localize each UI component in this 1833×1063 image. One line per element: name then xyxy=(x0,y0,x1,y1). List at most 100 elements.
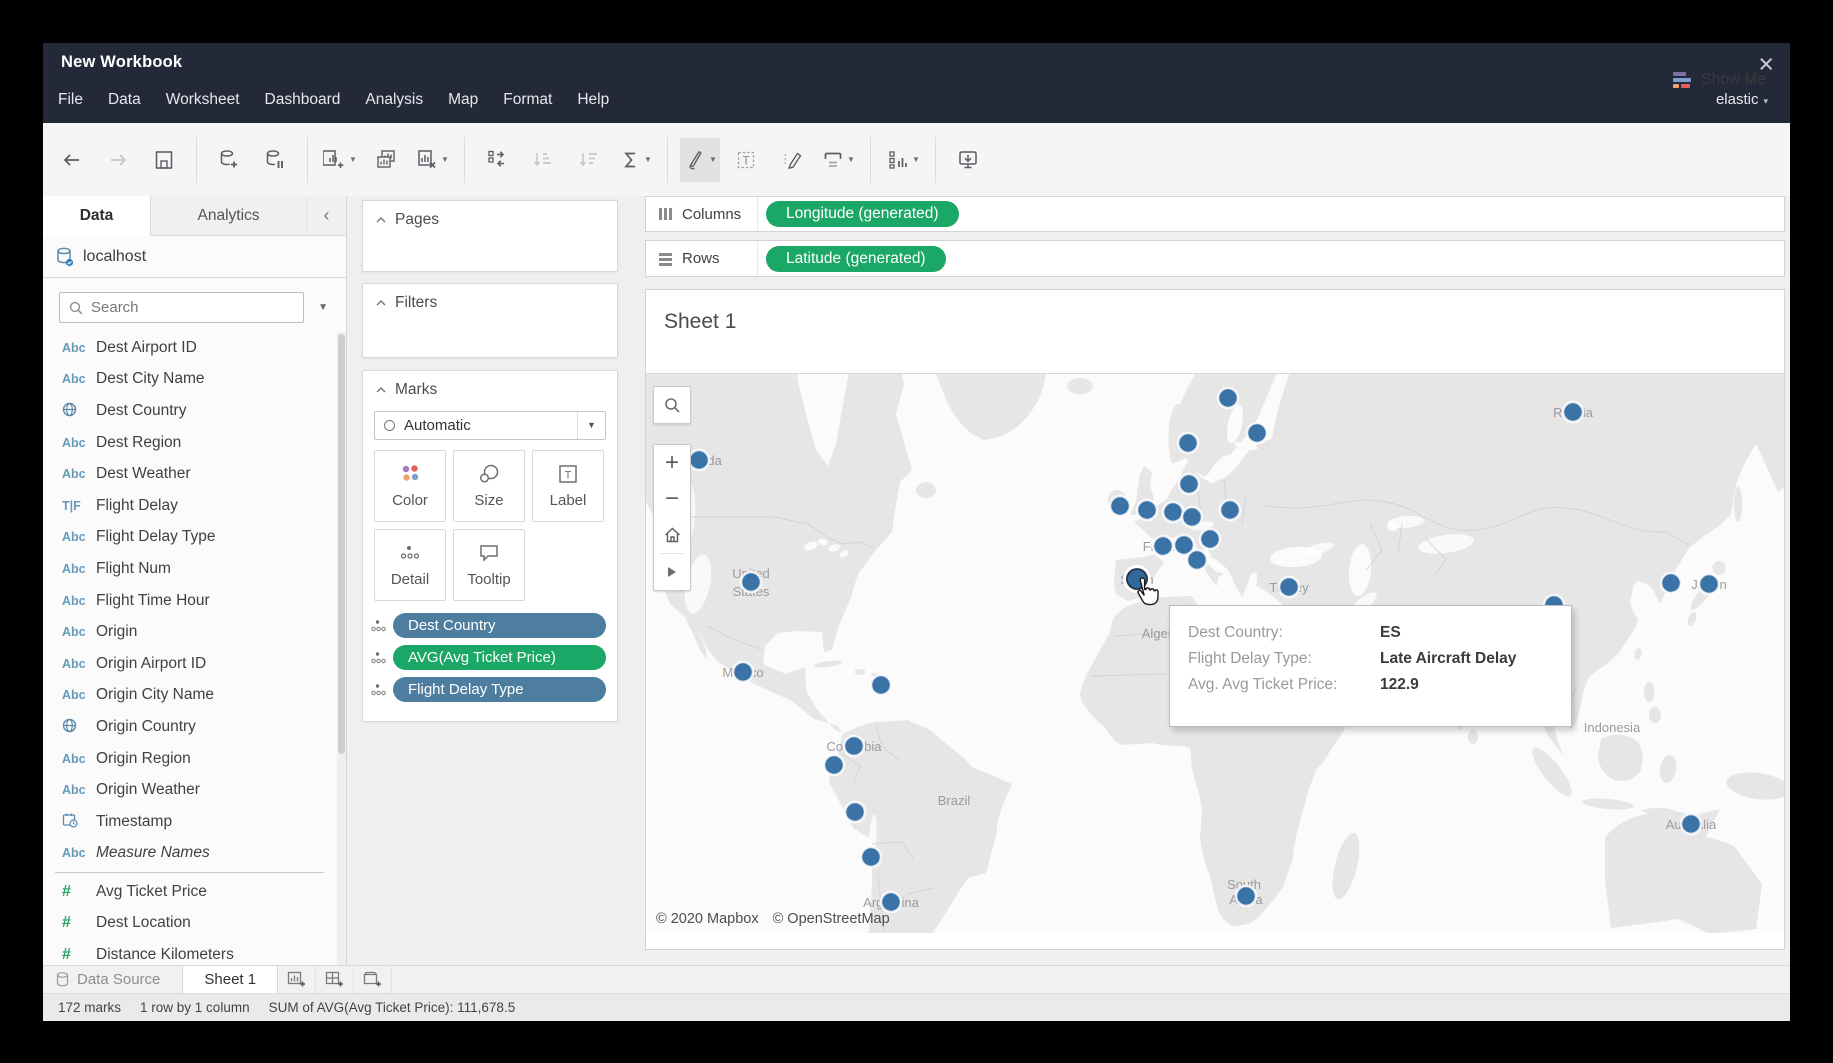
search-options-icon[interactable]: ▼ xyxy=(318,302,328,313)
mark-type-dropdown[interactable]: Automatic ▼ xyxy=(374,411,606,440)
field-dest-country[interactable]: Dest Country xyxy=(43,395,336,427)
map-mark[interactable] xyxy=(1218,388,1238,408)
field-pill[interactable]: Flight Delay Type xyxy=(393,677,606,702)
map-mark[interactable] xyxy=(1178,433,1198,453)
sheet-tab-active[interactable]: Sheet 1 xyxy=(182,966,278,993)
new-worksheet-button[interactable]: ▼ xyxy=(320,138,360,182)
fix-axes-button[interactable]: ▼ xyxy=(818,138,858,182)
new-worksheet-tab-button[interactable] xyxy=(278,966,316,993)
menu-data[interactable]: Data xyxy=(108,85,141,115)
zoom-out-button[interactable]: − xyxy=(654,481,690,517)
menu-worksheet[interactable]: Worksheet xyxy=(166,85,240,115)
field-dest-airport-id[interactable]: AbcDest Airport ID xyxy=(43,332,336,364)
menu-dashboard[interactable]: Dashboard xyxy=(265,85,341,115)
map-mark[interactable] xyxy=(1110,496,1130,516)
map-mark[interactable] xyxy=(1699,574,1719,594)
zoom-home-button[interactable] xyxy=(654,517,690,553)
show-mark-labels-button[interactable]: T xyxy=(726,138,766,182)
map-mark[interactable] xyxy=(1681,814,1701,834)
map-mark[interactable] xyxy=(1137,500,1157,520)
map-mark[interactable] xyxy=(1153,536,1173,556)
field-dest-location[interactable]: #Dest Location xyxy=(43,908,336,940)
color-button[interactable]: Color xyxy=(374,450,446,522)
osm-attribution[interactable]: © OpenStreetMap xyxy=(773,911,890,927)
map-mark[interactable] xyxy=(1200,529,1220,549)
field-timestamp[interactable]: Timestamp xyxy=(43,806,336,838)
field-measure-names[interactable]: AbcMeasure Names xyxy=(43,838,336,870)
field-pill[interactable]: AVG(Avg Ticket Price) xyxy=(393,645,606,670)
highlight-button[interactable]: ▼ xyxy=(680,138,720,182)
map-mark[interactable] xyxy=(1182,507,1202,527)
field-origin[interactable]: AbcOrigin xyxy=(43,616,336,648)
new-dashboard-tab-button[interactable] xyxy=(316,966,354,993)
map-mark[interactable] xyxy=(733,662,753,682)
field-flight-delay[interactable]: T|FFlight Delay xyxy=(43,490,336,522)
map-mark[interactable] xyxy=(844,736,864,756)
pause-updates-button[interactable] xyxy=(255,138,295,182)
mapbox-attribution[interactable]: © 2020 Mapbox xyxy=(656,911,759,927)
map-mark[interactable] xyxy=(741,572,761,592)
menu-help[interactable]: Help xyxy=(577,85,609,115)
new-story-tab-button[interactable] xyxy=(354,966,392,993)
field-avg-ticket-price[interactable]: #Avg Ticket Price xyxy=(43,876,336,908)
tab-data[interactable]: Data xyxy=(43,196,151,236)
undo-button[interactable] xyxy=(52,138,92,182)
rows-shelf[interactable]: Rows Latitude (generated) xyxy=(645,240,1785,277)
map-mark[interactable] xyxy=(1187,550,1207,570)
rows-pill[interactable]: Latitude (generated) xyxy=(766,246,946,272)
map-mark[interactable] xyxy=(689,450,709,470)
format-button[interactable] xyxy=(772,138,812,182)
map-mark[interactable] xyxy=(861,847,881,867)
totals-button[interactable]: ▼ xyxy=(615,138,655,182)
menu-format[interactable]: Format xyxy=(503,85,552,115)
field-flight-num[interactable]: AbcFlight Num xyxy=(43,553,336,585)
map-mark[interactable] xyxy=(1179,474,1199,494)
field-origin-region[interactable]: AbcOrigin Region xyxy=(43,743,336,775)
menu-map[interactable]: Map xyxy=(448,85,478,115)
map-view[interactable]: CanadaUnitedStatesMexicoColombiaBrazilAr… xyxy=(646,373,1784,933)
field-origin-city-name[interactable]: AbcOrigin City Name xyxy=(43,680,336,712)
clear-sheet-button[interactable]: ▼ xyxy=(412,138,452,182)
search-field[interactable] xyxy=(91,299,281,316)
field-origin-weather[interactable]: AbcOrigin Weather xyxy=(43,774,336,806)
collapse-pane-icon[interactable]: ‹ xyxy=(306,196,346,235)
new-datasource-button[interactable] xyxy=(209,138,249,182)
field-origin-airport-id[interactable]: AbcOrigin Airport ID xyxy=(43,648,336,680)
field-dest-city-name[interactable]: AbcDest City Name xyxy=(43,364,336,396)
zoom-in-button[interactable]: + xyxy=(654,445,690,481)
field-distance-kilometers[interactable]: #Distance Kilometers xyxy=(43,939,336,965)
field-dest-region[interactable]: AbcDest Region xyxy=(43,427,336,459)
save-button[interactable] xyxy=(144,138,184,182)
map-mark[interactable] xyxy=(1236,886,1256,906)
map-mark[interactable] xyxy=(881,892,901,912)
map-mark[interactable] xyxy=(1279,577,1299,597)
field-dest-weather[interactable]: AbcDest Weather xyxy=(43,458,336,490)
label-button[interactable]: T Label xyxy=(532,450,604,522)
detail-button[interactable]: Detail xyxy=(374,529,446,601)
map-search-button[interactable] xyxy=(653,386,691,424)
field-flight-time-hour[interactable]: AbcFlight Time Hour xyxy=(43,585,336,617)
columns-pill[interactable]: Longitude (generated) xyxy=(766,201,959,227)
presentation-button[interactable]: ▼ xyxy=(883,138,923,182)
field-pill[interactable]: Dest Country xyxy=(393,613,606,638)
show-me-button[interactable]: Show Me xyxy=(1663,43,1776,116)
duplicate-button[interactable] xyxy=(366,138,406,182)
map-mark[interactable] xyxy=(1220,500,1240,520)
connection-item[interactable]: localhost xyxy=(43,236,346,278)
map-mark[interactable] xyxy=(1163,502,1183,522)
tab-analytics[interactable]: Analytics xyxy=(151,196,306,235)
scrollbar[interactable] xyxy=(337,332,346,965)
map-mark[interactable] xyxy=(871,675,891,695)
size-button[interactable]: Size xyxy=(453,450,525,522)
filters-card[interactable]: Filters xyxy=(362,283,618,358)
data-source-tab[interactable]: Data Source xyxy=(43,966,182,993)
scrollbar-thumb[interactable] xyxy=(338,334,345,754)
map-mark[interactable] xyxy=(1563,402,1583,422)
pan-tools-button[interactable] xyxy=(654,554,690,590)
swap-rows-columns-button[interactable] xyxy=(477,138,517,182)
search-input[interactable] xyxy=(59,292,304,323)
columns-shelf[interactable]: Columns Longitude (generated) xyxy=(645,196,1785,232)
pages-card[interactable]: Pages xyxy=(362,200,618,272)
map-mark[interactable] xyxy=(845,802,865,822)
tooltip-button[interactable]: Tooltip xyxy=(453,529,525,601)
